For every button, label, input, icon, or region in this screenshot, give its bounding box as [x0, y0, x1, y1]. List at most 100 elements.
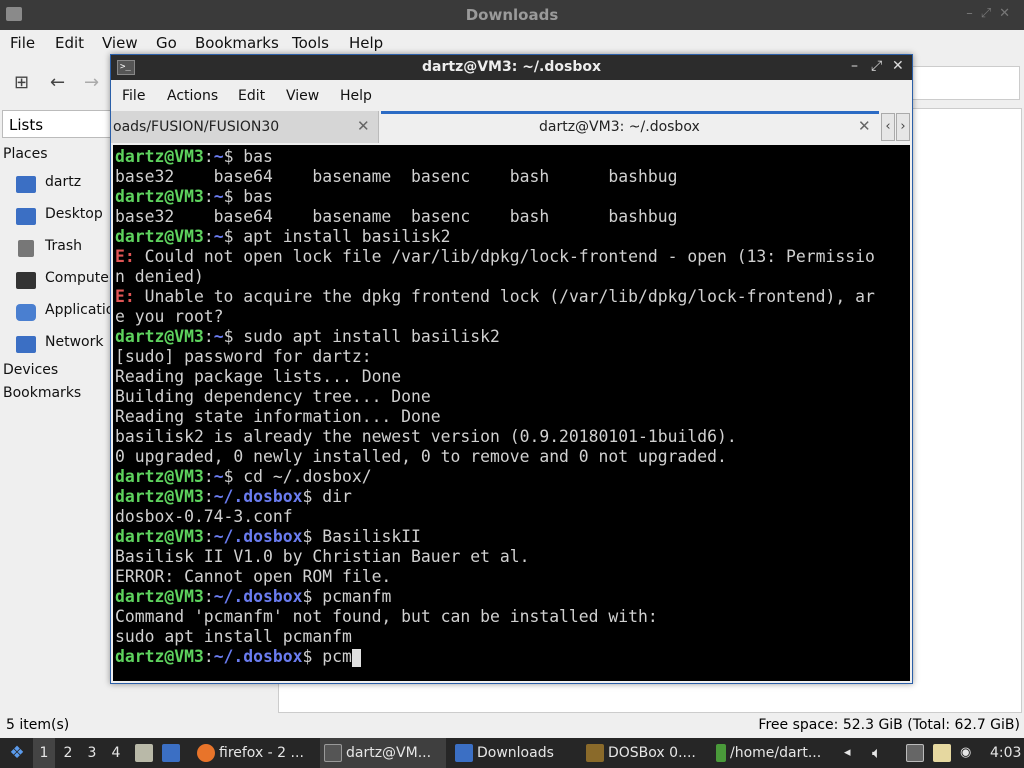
terminal-line: e you root? — [113, 307, 910, 327]
dosbox-icon — [586, 744, 604, 762]
place-applications[interactable]: Applications — [16, 301, 131, 323]
close-icon[interactable]: ✕ — [999, 6, 1018, 21]
place-computer[interactable]: Computer — [16, 269, 116, 291]
task-firefox[interactable]: firefox - 2 ... — [193, 738, 313, 768]
command-text: pcmanfm — [312, 587, 392, 606]
workspace-4[interactable]: 4 — [105, 738, 127, 768]
place-desktop[interactable]: Desktop — [16, 205, 116, 227]
network-icon — [16, 336, 36, 353]
prompt-path: ~/.dosbox — [213, 487, 303, 506]
place-label: Network — [45, 334, 104, 350]
close-icon[interactable]: ✕ — [858, 117, 871, 135]
menu-bookmarks[interactable]: Bookmarks — [195, 34, 279, 52]
menu-edit[interactable]: Edit — [55, 34, 84, 52]
menu-view[interactable]: View — [102, 34, 138, 52]
workspace-2[interactable]: 2 — [57, 738, 79, 768]
terminal-line: ERROR: Cannot open ROM file. — [113, 567, 910, 587]
terminal-line: dartz@VM3:~/.dosbox$ pcm — [113, 647, 910, 667]
menu-edit[interactable]: Edit — [238, 88, 265, 104]
maximize-icon[interactable]: ⤢ — [871, 58, 882, 74]
prompt-user: dartz@VM3 — [115, 147, 204, 166]
terminal-line: dartz@VM3:~/.dosbox$ pcmanfm — [113, 587, 910, 607]
folder-icon — [455, 744, 473, 762]
side-pane-mode-select[interactable]: Lists — [2, 110, 112, 138]
task-label: DOSBox 0.... — [608, 745, 696, 761]
file-manager-titlebar[interactable]: Downloads –⤢✕ — [0, 0, 1024, 30]
clipboard-icon[interactable] — [933, 738, 955, 768]
task-downloads[interactable]: Downloads — [451, 738, 577, 768]
task-label: /home/dart... — [730, 745, 822, 761]
place-label: Computer — [45, 270, 115, 286]
place-trash[interactable]: Trash — [16, 237, 116, 259]
task-terminal[interactable]: dartz@VM... — [320, 738, 446, 768]
menu-actions[interactable]: Actions — [167, 88, 218, 104]
workspace-3[interactable]: 3 — [81, 738, 103, 768]
tray-expand-icon[interactable]: ◂ — [844, 738, 851, 768]
network-tray-icon[interactable] — [906, 738, 928, 768]
command-text: apt install basilisk2 — [233, 227, 451, 246]
files-launcher-icon[interactable] — [135, 738, 157, 768]
task-dosbox[interactable]: DOSBox 0.... — [582, 738, 708, 768]
error-prefix: E: — [115, 247, 135, 266]
places-header: Places — [3, 146, 48, 162]
prompt-user: dartz@VM3 — [115, 487, 204, 506]
menu-help[interactable]: Help — [349, 34, 383, 52]
menu-tools[interactable]: Tools — [292, 34, 329, 52]
close-icon[interactable]: ✕ — [357, 117, 370, 135]
workspace-1[interactable]: 1 — [33, 738, 55, 768]
menu-view[interactable]: View — [286, 88, 319, 104]
prompt-dollar: $ — [302, 587, 313, 606]
terminal-line: dosbox-0.74-3.conf — [113, 507, 910, 527]
menu-file[interactable]: File — [10, 34, 35, 52]
tab-scroll-right-icon[interactable]: › — [896, 113, 910, 141]
tab-scroll-left-icon[interactable]: ‹ — [881, 113, 895, 141]
prompt-path: ~/.dosbox — [213, 647, 303, 666]
terminal-line: E: Could not open lock file /var/lib/dpk… — [113, 247, 910, 267]
start-menu-icon[interactable]: ❖ — [6, 738, 28, 768]
new-tab-icon[interactable]: ⊞ — [14, 72, 29, 93]
volume-icon[interactable]: 🔈︎ — [872, 738, 882, 768]
terminal-window: >_ dartz@VM3: ~/.dosbox – ⤢ ✕ File Actio… — [110, 54, 913, 684]
task-editor[interactable]: /home/dart... — [712, 738, 838, 768]
place-network[interactable]: Network — [16, 333, 116, 355]
terminal-menubar: File Actions Edit View Help — [111, 80, 912, 110]
terminal-line: dartz@VM3:~$ cd ~/.dosbox/ — [113, 467, 910, 487]
terminal-titlebar[interactable]: >_ dartz@VM3: ~/.dosbox – ⤢ ✕ — [111, 55, 912, 80]
menu-file[interactable]: File — [122, 88, 145, 104]
prompt-user: dartz@VM3 — [115, 327, 204, 346]
terminal-line: n denied) — [113, 267, 910, 287]
prompt-user: dartz@VM3 — [115, 527, 204, 546]
tab-dosbox[interactable]: dartz@VM3: ~/.dosbox ✕ — [381, 111, 879, 143]
terminal-line: E: Unable to acquire the dpkg frontend l… — [113, 287, 910, 307]
minimize-icon[interactable]: – — [851, 58, 858, 74]
terminal-line: Reading package lists... Done — [113, 367, 910, 387]
back-arrow-icon[interactable]: ← — [50, 72, 65, 93]
prompt-dollar: $ — [223, 327, 234, 346]
window-controls[interactable]: –⤢✕ — [966, 6, 1018, 21]
bookmarks-header[interactable]: Bookmarks — [3, 385, 81, 401]
terminal-line: 0 upgraded, 0 newly installed, 0 to remo… — [113, 447, 910, 467]
prompt-path: ~ — [213, 467, 224, 486]
prompt-separator: : — [203, 227, 214, 246]
menu-help[interactable]: Help — [340, 88, 372, 104]
tab-fusion[interactable]: oads/FUSION/FUSION30 ✕ — [111, 111, 379, 143]
prompt-user: dartz@VM3 — [115, 227, 204, 246]
place-label: Trash — [45, 238, 82, 254]
maximize-icon[interactable]: ⤢ — [981, 6, 999, 21]
menu-go[interactable]: Go — [156, 34, 177, 52]
desktop-launcher-icon[interactable] — [162, 738, 184, 768]
tab-label: dartz@VM3: ~/.dosbox — [539, 119, 700, 135]
close-icon[interactable]: ✕ — [892, 58, 904, 74]
devices-header[interactable]: Devices — [3, 362, 58, 378]
minimize-icon[interactable]: – — [966, 6, 981, 21]
file-manager-title: Downloads — [465, 6, 559, 24]
terminal-output[interactable]: dartz@VM3:~$ bas base32 base64 basename b… — [113, 145, 910, 681]
forward-arrow-icon[interactable]: → — [84, 72, 99, 93]
clock[interactable]: 4:03 — [990, 738, 1021, 768]
updates-icon[interactable]: ◉ — [960, 738, 971, 768]
place-dartz[interactable]: dartz — [16, 173, 116, 195]
output-text: ERROR: Cannot open ROM file. — [115, 567, 392, 586]
prompt-dollar: $ — [223, 147, 234, 166]
output-text: e you root? — [115, 307, 224, 326]
prompt-dollar: $ — [223, 187, 234, 206]
